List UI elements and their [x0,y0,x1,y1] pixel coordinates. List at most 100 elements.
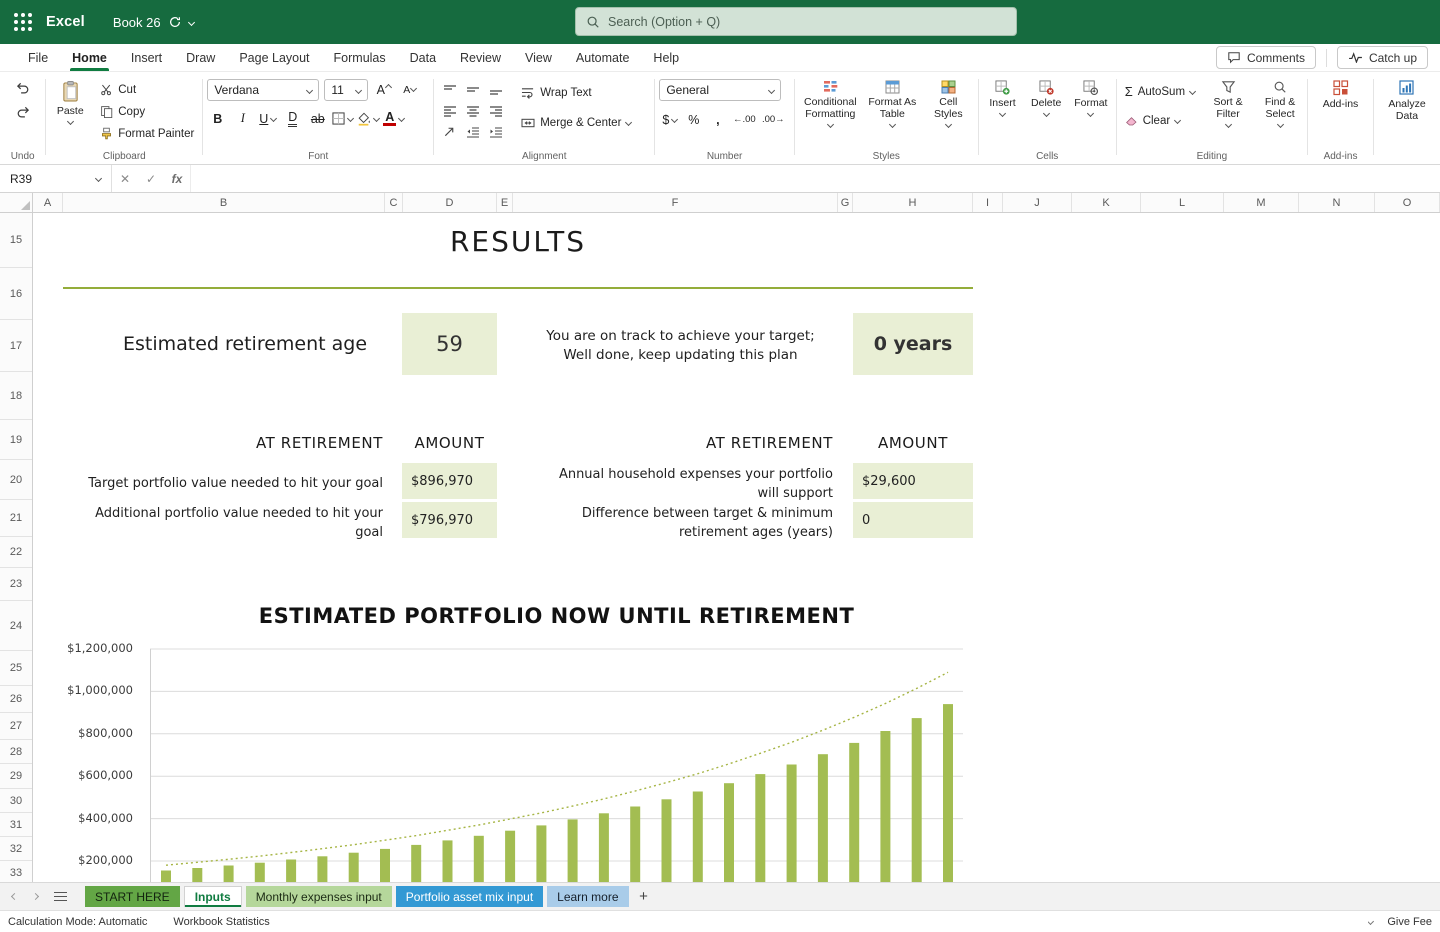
left-table-header-amount[interactable]: AMOUNT [402,434,497,452]
number-format-select[interactable]: General [659,79,781,101]
workbook-name[interactable]: Book 26 [113,15,161,30]
text-orientation-icon[interactable] [443,125,456,138]
chart-bar[interactable] [474,836,484,882]
tab-page-layout[interactable]: Page Layout [227,44,321,71]
chart-bar[interactable] [943,704,953,882]
row-header[interactable]: 25 [0,651,32,686]
column-header-i[interactable]: I [973,193,1003,212]
results-title[interactable]: RESULTS [63,225,973,258]
column-header-l[interactable]: L [1141,193,1224,212]
target-portfolio-label[interactable]: Target portfolio value needed to hit you… [33,474,383,493]
chart-bar[interactable] [630,807,640,883]
column-header-d[interactable]: D [403,193,497,212]
chart-bar[interactable] [286,860,296,883]
row-header[interactable]: 27 [0,713,32,740]
delete-cells-button[interactable]: Delete [1026,77,1066,148]
additional-portfolio-value[interactable]: $796,970 [402,502,497,538]
increase-decimal-button[interactable]: ←.00 [731,109,757,130]
column-header-o[interactable]: O [1375,193,1440,212]
align-left-icon[interactable] [443,105,457,117]
chart-bar[interactable] [317,856,327,882]
chart-plot-area[interactable] [150,638,963,882]
chart-bar[interactable] [536,825,546,882]
sheet-tab-portfolio-asset-mix[interactable]: Portfolio asset mix input [396,886,543,907]
app-launcher-icon[interactable] [14,13,32,31]
sheet-tab-learn-more[interactable]: Learn more [547,886,628,907]
tab-draw[interactable]: Draw [174,44,227,71]
copy-button[interactable]: Copy [96,101,198,122]
wrap-text-button[interactable]: Wrap Text [517,82,635,103]
underline-button[interactable]: U [257,108,278,129]
chart-bar[interactable] [349,853,359,882]
align-bottom-icon[interactable] [489,84,503,96]
find-select-button[interactable]: Find & Select [1257,77,1303,148]
row-header[interactable]: 18 [0,372,32,420]
chart-bar[interactable] [568,819,578,882]
analyze-data-button[interactable]: Analyze Data [1378,77,1436,148]
row-header[interactable]: 31 [0,813,32,837]
cancel-entry-button[interactable]: ✕ [112,165,138,192]
chart-bar[interactable] [662,799,672,882]
currency-format-button[interactable]: $ [659,109,680,130]
chart-bar[interactable] [755,774,765,882]
paste-button[interactable]: Paste [50,77,90,148]
retirement-age-value[interactable]: 59 [402,313,497,375]
row-header[interactable]: 23 [0,568,32,601]
column-header-b[interactable]: B [63,193,385,212]
target-portfolio-value[interactable]: $896,970 [402,463,497,499]
left-table-header-at-retirement[interactable]: AT RETIREMENT [133,434,383,452]
double-underline-button[interactable]: D [282,108,303,129]
row-header[interactable]: 20 [0,460,32,500]
comments-button[interactable]: Comments [1216,46,1316,69]
chart-bar[interactable] [849,743,859,882]
chart-bar[interactable] [443,840,453,882]
status-collapse-chevron-icon[interactable] [1368,918,1374,925]
sheet-tab-start-here[interactable]: START HERE [85,886,180,907]
row-header[interactable]: 24 [0,601,32,651]
column-header-a[interactable]: A [33,193,63,212]
row-header[interactable]: 26 [0,686,32,713]
all-sheets-menu-icon[interactable] [54,892,67,901]
chart-bar[interactable] [818,754,828,882]
italic-button[interactable]: I [232,108,253,129]
cut-button[interactable]: Cut [96,79,198,100]
align-center-icon[interactable] [466,105,480,117]
tab-file[interactable]: File [16,44,60,71]
row-header[interactable]: 17 [0,320,32,372]
tab-formulas[interactable]: Formulas [322,44,398,71]
tab-automate[interactable]: Automate [564,44,642,71]
column-header-j[interactable]: J [1003,193,1072,212]
tab-help[interactable]: Help [641,44,691,71]
add-sheet-button[interactable]: + [633,886,655,907]
years-difference-value[interactable]: 0 years [853,313,973,375]
portfolio-chart[interactable]: $200,000$400,000$600,000$800,000$1,000,0… [66,638,973,882]
align-middle-icon[interactable] [466,84,480,96]
scroll-tabs-right-icon[interactable] [32,893,39,900]
name-box[interactable]: R39 [0,165,112,192]
annual-expenses-value[interactable]: $29,600 [853,463,973,499]
chart-bar[interactable] [255,863,265,882]
increase-indent-icon[interactable] [489,126,503,138]
align-right-icon[interactable] [489,105,503,117]
select-all-corner[interactable] [0,193,33,212]
row-header[interactable]: 16 [0,268,32,320]
annual-expenses-label[interactable]: Annual household expenses your portfolio… [503,465,833,503]
row-header[interactable]: 32 [0,837,32,861]
row-header[interactable]: 29 [0,764,32,789]
chart-bar[interactable] [880,731,890,882]
retirement-age-label[interactable]: Estimated retirement age [123,333,367,355]
undo-button[interactable] [15,81,31,96]
right-table-header-amount[interactable]: AMOUNT [853,434,973,452]
column-header-n[interactable]: N [1299,193,1375,212]
percent-format-button[interactable]: % [683,109,704,130]
row-header[interactable]: 21 [0,500,32,537]
chart-bar[interactable] [411,845,421,882]
age-difference-label[interactable]: Difference between target & minimum reti… [503,504,833,542]
right-table-header-at-retirement[interactable]: AT RETIREMENT [583,434,833,452]
row-header[interactable]: 33 [0,861,32,882]
tab-view[interactable]: View [513,44,564,71]
formula-input[interactable] [190,165,1440,192]
strikethrough-button[interactable]: ab [307,108,328,129]
format-as-table-button[interactable]: Format As Table [863,77,921,148]
font-size-select[interactable]: 11 [324,79,368,101]
